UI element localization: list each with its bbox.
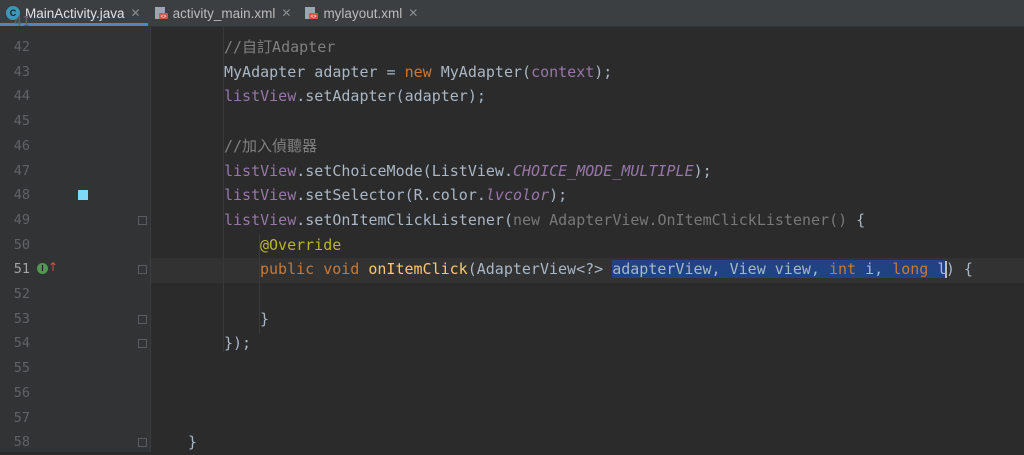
code-line-42[interactable]: 42 //自訂Adapter <box>0 35 1024 60</box>
punct: { <box>847 210 866 229</box>
punct: ) { <box>945 260 973 279</box>
code-editor[interactable]: 41 42 //自訂Adapter 43 MyAdapter adapter =… <box>0 14 1024 455</box>
text-selection[interactable]: adapterView, View view, int i, long l <box>612 260 947 279</box>
line-number: 46 <box>13 137 30 154</box>
line-number: 52 <box>13 286 30 302</box>
fold-marker-icon[interactable] <box>138 339 147 349</box>
code-line-47[interactable]: 47 listView.setChoiceMode(ListView.CHOIC… <box>0 159 1024 184</box>
fold-marker-icon[interactable] <box>138 265 147 275</box>
line-number: 58 <box>13 434 30 451</box>
fold-marker-icon[interactable] <box>138 215 147 225</box>
line-41: 41 <box>0 10 1024 35</box>
line-number: 53 <box>13 310 30 327</box>
anonymous-class: new AdapterView.OnItemClickListener() <box>513 210 848 229</box>
method-call: .setSelector(R.color. <box>296 186 486 205</box>
code-line-49[interactable]: 49 listView.setOnItemClickListener(new A… <box>0 208 1024 233</box>
line-number: 54 <box>13 335 30 352</box>
constant: CHOICE_MODE_MULTIPLE <box>513 161 694 180</box>
code-text: listView.setChoiceMode(ListView.CHOICE_M… <box>224 159 712 184</box>
field: listView <box>224 161 297 180</box>
code-text: listView.setAdapter(adapter); <box>224 84 486 109</box>
code-line-55[interactable]: 55 <box>0 356 1024 381</box>
line-number: 49 <box>13 211 30 228</box>
code-text: }); <box>224 334 252 353</box>
field: context <box>531 62 595 81</box>
punct: ); <box>549 186 568 205</box>
keyword: public <box>260 260 315 279</box>
code-text: } <box>260 309 270 328</box>
code-text: } <box>188 433 198 452</box>
fold-marker-icon[interactable] <box>138 314 147 324</box>
keyword: new <box>404 62 432 81</box>
code-line-53[interactable]: 53 } <box>0 307 1024 332</box>
method-call: .setOnItemClickListener( <box>296 210 513 229</box>
line-number: 57 <box>13 409 30 426</box>
color-swatch-icon[interactable] <box>78 190 88 201</box>
line-number: 55 <box>13 360 30 377</box>
code-line-58[interactable]: 58 } <box>0 430 1024 455</box>
implements-icon[interactable]: I <box>37 263 48 275</box>
constructor: MyAdapter( <box>431 62 532 81</box>
code-text: listView.setSelector(R.color.lvcolor); <box>224 183 567 208</box>
punct: ); <box>594 62 613 81</box>
line-number: 50 <box>13 236 30 253</box>
field: listView <box>224 186 297 205</box>
line-number: 45 <box>13 113 30 130</box>
method-call: .setAdapter(adapter); <box>296 87 486 106</box>
line-number: 48 <box>13 187 30 204</box>
field: listView <box>224 87 297 106</box>
params: (AdapterView<?> <box>467 260 613 279</box>
punct: ); <box>693 161 712 180</box>
line-number: 44 <box>13 88 30 105</box>
line-number: 42 <box>13 39 30 55</box>
code-text: MyAdapter adapter = new MyAdapter(contex… <box>224 60 612 85</box>
variable: adapter = <box>305 62 405 81</box>
field: listView <box>224 210 297 229</box>
code-text: listView.setOnItemClickListener(new Adap… <box>224 208 865 233</box>
code-text: public void onItemClick(AdapterView<?> a… <box>260 257 973 282</box>
code-line-50[interactable]: 50 @Override <box>0 233 1024 258</box>
type-name: MyAdapter <box>224 62 306 81</box>
code-line-48[interactable]: 48 listView.setSelector(R.color.lvcolor)… <box>0 183 1024 208</box>
code-line-46[interactable]: 46 //加入偵聽器 <box>0 134 1024 159</box>
code-line-45[interactable]: 45 <box>0 109 1024 134</box>
code-line-44[interactable]: 44 listView.setAdapter(adapter); <box>0 84 1024 109</box>
override-arrow-icon[interactable]: ↑ <box>48 260 58 274</box>
code-line-52[interactable]: 52 <box>0 282 1024 307</box>
line-number: 51 <box>13 261 30 278</box>
keyword: int <box>828 260 857 279</box>
comment: //自訂Adapter <box>224 38 336 56</box>
code-line-43[interactable]: 43 MyAdapter adapter = new MyAdapter(con… <box>0 60 1024 85</box>
line-number: 43 <box>13 63 30 80</box>
code-line-57[interactable]: 57 <box>0 406 1024 431</box>
code-line-51[interactable]: 51 I ↑ public void onItemClick(AdapterVi… <box>0 257 1024 282</box>
comment: //加入偵聽器 <box>224 136 318 155</box>
keyword: long <box>892 260 929 279</box>
annotation: @Override <box>260 235 342 254</box>
selected-text: i, <box>856 260 893 279</box>
code-line-54[interactable]: 54 }); <box>0 331 1024 356</box>
line-number: 56 <box>13 384 30 401</box>
fold-marker-icon[interactable] <box>138 438 147 448</box>
method-call: .setChoiceMode(ListView. <box>296 161 513 180</box>
selected-text: adapterView, View view, <box>612 260 829 279</box>
line-number: 41 <box>13 14 30 30</box>
keyword: void <box>323 260 360 279</box>
line-number: 47 <box>13 162 30 179</box>
selected-text: l <box>928 260 947 279</box>
method-name: onItemClick <box>368 260 468 279</box>
constant: lvcolor <box>485 186 550 205</box>
code-line-56[interactable]: 56 <box>0 381 1024 406</box>
